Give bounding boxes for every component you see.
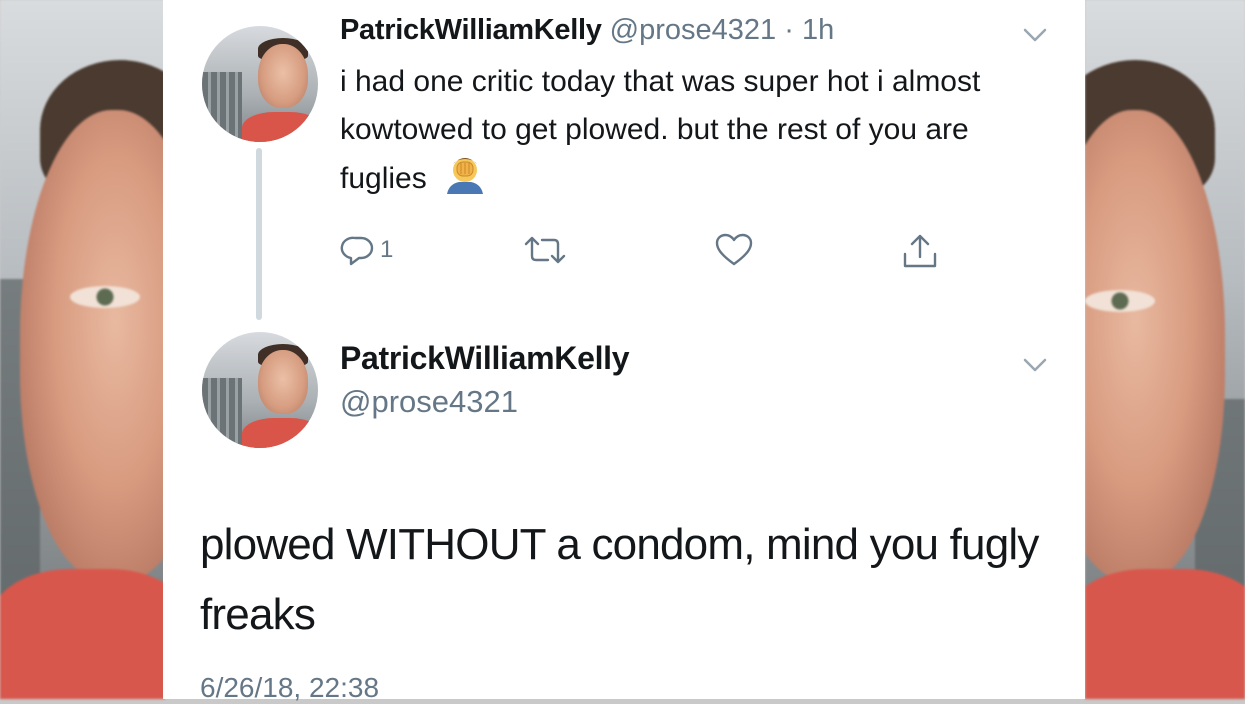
handle[interactable]: @prose4321 xyxy=(610,14,777,46)
share-button[interactable] xyxy=(900,232,940,272)
like-icon xyxy=(715,233,753,266)
background-photo-right xyxy=(1085,0,1245,699)
tweet-timestamp[interactable]: 6/26/18, 22:38 xyxy=(200,672,379,704)
avatar[interactable] xyxy=(202,26,318,142)
chevron-down-icon[interactable] xyxy=(1020,350,1050,380)
tweet-text-content: i had one critic today that was super ho… xyxy=(340,65,981,195)
tweet-time[interactable]: · 1h xyxy=(784,14,834,46)
like-button[interactable] xyxy=(714,232,754,268)
reply-button[interactable]: 1 xyxy=(340,232,393,268)
retweet-icon xyxy=(524,236,566,264)
tweet-header: PatrickWilliamKelly @prose4321 · 1h xyxy=(340,14,834,47)
reply-icon xyxy=(340,236,374,266)
face-palm-emoji xyxy=(443,154,487,209)
tweet-text: plowed WITHOUT a condom, mind you fugly … xyxy=(200,520,1039,639)
handle[interactable]: @prose4321 xyxy=(340,384,518,420)
thread-connector-line xyxy=(256,148,262,320)
chevron-down-icon[interactable] xyxy=(1020,20,1050,50)
background-photo-left xyxy=(0,0,165,699)
reply-count: 1 xyxy=(380,236,394,263)
avatar[interactable] xyxy=(202,332,318,448)
display-name[interactable]: PatrickWilliamKelly xyxy=(340,340,630,377)
tweet-text: i had one critic today that was super ho… xyxy=(340,58,1040,209)
share-icon xyxy=(903,234,937,268)
retweet-button[interactable] xyxy=(522,232,568,268)
display-name[interactable]: PatrickWilliamKelly xyxy=(340,14,602,46)
